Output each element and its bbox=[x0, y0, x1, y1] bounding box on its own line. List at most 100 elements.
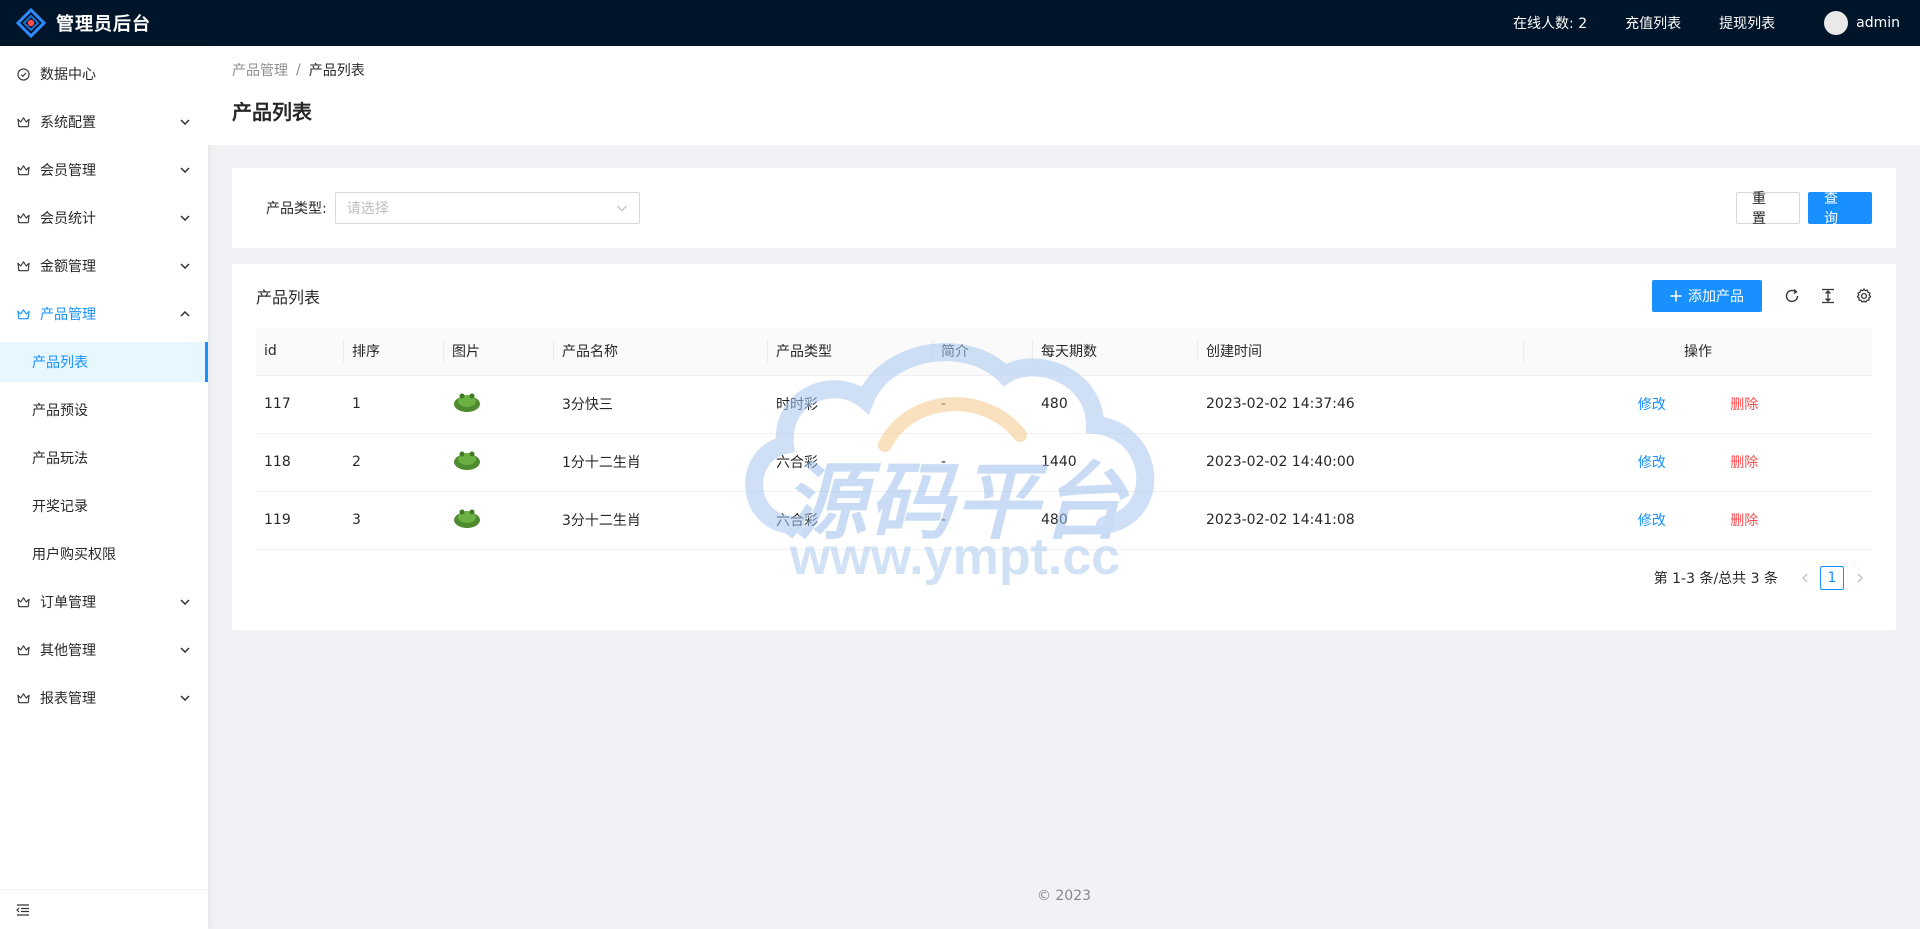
sidebar-item-data-center[interactable]: 数据中心 bbox=[0, 54, 208, 94]
sidebar-item-label: 产品管理 bbox=[40, 307, 96, 323]
cell-name: 1分十二生肖 bbox=[554, 433, 768, 492]
cell-image bbox=[444, 491, 554, 550]
cell-actions: 修改 删除 bbox=[1524, 433, 1872, 492]
prev-page-icon[interactable] bbox=[1795, 566, 1813, 590]
sidebar-item-label: 产品列表 bbox=[32, 355, 88, 371]
product-thumbnail[interactable] bbox=[452, 507, 482, 529]
chevron-down-icon bbox=[180, 693, 190, 703]
cell-periods: 480 bbox=[1033, 491, 1198, 550]
sidebar-item-label: 会员统计 bbox=[40, 211, 96, 227]
page-header: 产品管理 / 产品列表 产品列表 bbox=[208, 46, 1920, 145]
column-header: 创建时间 bbox=[1198, 328, 1524, 376]
cell-id: 117 bbox=[256, 375, 344, 434]
edit-link[interactable]: 修改 bbox=[1638, 455, 1666, 471]
column-header: 操作 bbox=[1524, 328, 1872, 376]
cell-periods: 1440 bbox=[1033, 433, 1198, 492]
page-number[interactable]: 1 bbox=[1820, 565, 1844, 590]
cell-sort: 3 bbox=[344, 491, 444, 550]
breadcrumb-separator: / bbox=[296, 62, 301, 78]
column-header: 产品类型 bbox=[768, 328, 933, 376]
breadcrumb: 产品管理 / 产品列表 bbox=[232, 60, 1896, 80]
crown-icon bbox=[16, 163, 30, 177]
cell-actions: 修改 删除 bbox=[1524, 491, 1872, 550]
chevron-down-icon bbox=[180, 645, 190, 655]
username: admin bbox=[1856, 15, 1900, 31]
product-thumbnail[interactable] bbox=[452, 391, 482, 413]
menu-fold-icon bbox=[16, 903, 29, 916]
add-product-label: 添加产品 bbox=[1688, 289, 1744, 305]
reset-button[interactable]: 重置 bbox=[1736, 191, 1800, 227]
user-menu[interactable]: admin bbox=[1794, 11, 1900, 35]
brand[interactable]: 管理员后台 bbox=[0, 8, 208, 38]
sidebar-subitem-product-preset[interactable]: 产品预设 bbox=[0, 390, 208, 430]
cell-sort: 2 bbox=[344, 433, 444, 492]
sidebar-item-label: 开奖记录 bbox=[32, 499, 88, 515]
recharge-list-link[interactable]: 充值列表 bbox=[1606, 13, 1700, 33]
edit-link[interactable]: 修改 bbox=[1638, 513, 1666, 529]
sidebar-subitem-product-list[interactable]: 产品列表 bbox=[0, 342, 208, 382]
sidebar-item-report-management[interactable]: 报表管理 bbox=[0, 678, 208, 718]
cell-type: 六合彩 bbox=[768, 433, 933, 492]
table-row: 119 3 3分十二生肖 六合彩 - 480 2023-02-02 14:41:… bbox=[256, 491, 1872, 550]
column-height-icon[interactable] bbox=[1820, 288, 1836, 304]
sidebar-subitem-product-gameplay[interactable]: 产品玩法 bbox=[0, 438, 208, 478]
edit-link[interactable]: 修改 bbox=[1638, 397, 1666, 413]
table-header-row: id 排序 图片 产品名称 产品类型 简介 每天期数 创建时间 操作 bbox=[256, 328, 1872, 376]
table-row: 118 2 1分十二生肖 六合彩 - 1440 2023-02-02 14:40… bbox=[256, 433, 1872, 492]
cell-image bbox=[444, 433, 554, 492]
cell-created: 2023-02-02 14:40:00 bbox=[1198, 433, 1524, 492]
sidebar-item-order-management[interactable]: 订单管理 bbox=[0, 582, 208, 622]
delete-link[interactable]: 删除 bbox=[1730, 397, 1758, 413]
sidebar-item-product-management[interactable]: 产品管理 bbox=[0, 294, 208, 334]
product-table: id 排序 图片 产品名称 产品类型 简介 每天期数 创建时间 操作 117 1… bbox=[256, 328, 1872, 550]
cell-type: 时时彩 bbox=[768, 375, 933, 434]
select-placeholder: 请选择 bbox=[346, 201, 389, 217]
sidebar-item-system-config[interactable]: 系统配置 bbox=[0, 102, 208, 142]
chevron-down-icon bbox=[616, 202, 628, 214]
sidebar-collapse-button[interactable] bbox=[0, 889, 208, 929]
dashboard-icon bbox=[16, 67, 30, 81]
crown-icon bbox=[16, 211, 30, 225]
online-count: 在线人数: 2 bbox=[1513, 16, 1588, 32]
chevron-down-icon bbox=[180, 117, 190, 127]
sidebar-item-label: 产品预设 bbox=[32, 403, 88, 419]
product-type-label: 产品类型: bbox=[266, 201, 327, 217]
sidebar-subitem-purchase-permissions[interactable]: 用户购买权限 bbox=[0, 534, 208, 574]
cell-periods: 480 bbox=[1033, 375, 1198, 434]
sidebar-item-label: 用户购买权限 bbox=[32, 547, 116, 563]
product-type-select[interactable]: 请选择 bbox=[334, 192, 640, 224]
pagination-total: 第 1-3 条/总共 3 条 bbox=[1653, 570, 1778, 587]
column-header: 简介 bbox=[933, 328, 1033, 376]
crown-icon bbox=[16, 595, 30, 609]
table-toolbar: 产品列表 添加产品 bbox=[256, 264, 1872, 328]
chevron-down-icon bbox=[180, 261, 190, 271]
sidebar-item-amount-management[interactable]: 金额管理 bbox=[0, 246, 208, 286]
sidebar-subitem-draw-records[interactable]: 开奖记录 bbox=[0, 486, 208, 526]
next-page-icon[interactable] bbox=[1851, 566, 1869, 590]
sidebar-item-label: 其他管理 bbox=[40, 643, 96, 659]
sidebar-item-label: 产品玩法 bbox=[32, 451, 88, 467]
setting-icon[interactable] bbox=[1856, 288, 1872, 304]
crown-icon bbox=[16, 259, 30, 273]
sidebar-item-member-stats[interactable]: 会员统计 bbox=[0, 198, 208, 238]
column-header: 排序 bbox=[344, 328, 444, 376]
cell-id: 119 bbox=[256, 491, 344, 550]
cell-image bbox=[444, 375, 554, 434]
sidebar-item-label: 系统配置 bbox=[40, 115, 96, 131]
crown-icon bbox=[16, 691, 30, 705]
delete-link[interactable]: 删除 bbox=[1730, 513, 1758, 529]
sidebar-item-label: 报表管理 bbox=[40, 691, 96, 707]
query-button[interactable]: 查询 bbox=[1808, 191, 1872, 227]
delete-link[interactable]: 删除 bbox=[1730, 455, 1758, 471]
table-title: 产品列表 bbox=[256, 288, 321, 307]
sidebar-item-other-management[interactable]: 其他管理 bbox=[0, 630, 208, 670]
reload-icon[interactable] bbox=[1784, 288, 1800, 304]
breadcrumb-parent[interactable]: 产品管理 bbox=[232, 60, 288, 80]
withdraw-list-link[interactable]: 提现列表 bbox=[1700, 13, 1794, 33]
sidebar-item-member-management[interactable]: 会员管理 bbox=[0, 150, 208, 190]
page-title: 产品列表 bbox=[232, 100, 312, 124]
chevron-up-icon bbox=[180, 309, 190, 319]
product-thumbnail[interactable] bbox=[452, 449, 482, 471]
sidebar-item-label: 订单管理 bbox=[40, 595, 96, 611]
add-product-button[interactable]: 添加产品 bbox=[1652, 280, 1762, 312]
